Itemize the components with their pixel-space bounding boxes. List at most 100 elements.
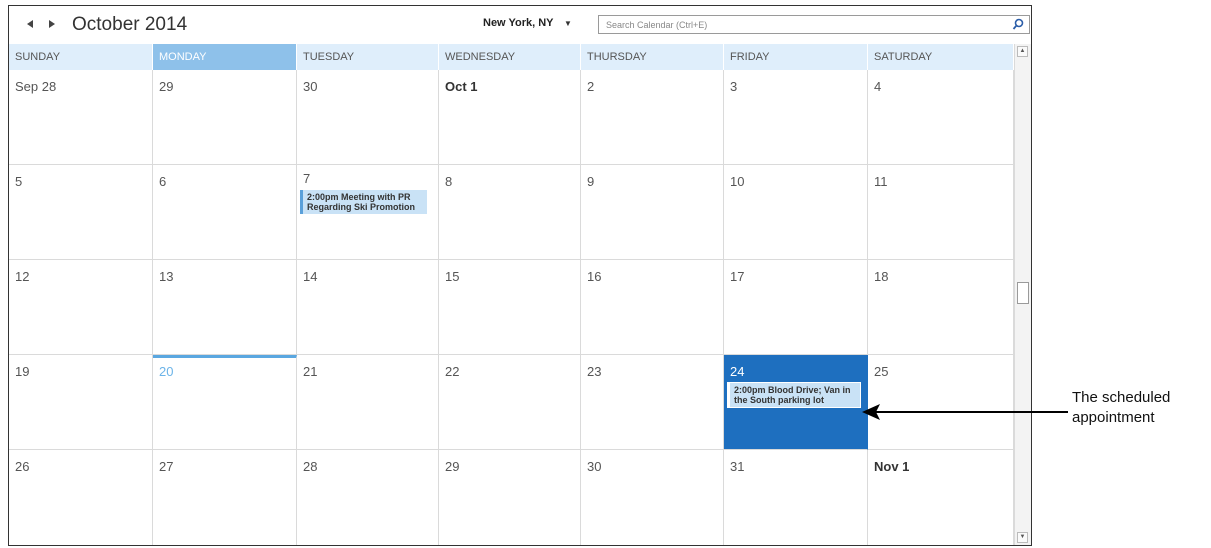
appointment-pr-meeting[interactable]: 2:00pm Meeting with PR Regarding Ski Pro… (300, 190, 427, 214)
week-row: 26 27 28 29 30 31 Nov 1 (9, 450, 1014, 545)
month-grid: Sep 28 29 30 Oct 1 2 3 4 5 6 7 2:00pm Me… (9, 70, 1014, 545)
day-number: 29 (445, 459, 460, 474)
day-cell[interactable]: 7 2:00pm Meeting with PR Regarding Ski P… (297, 165, 439, 260)
day-cell[interactable]: 17 (724, 260, 868, 355)
day-number: 29 (159, 79, 174, 94)
month-title: October 2014 (72, 14, 188, 35)
day-number: 18 (874, 269, 889, 284)
day-cell[interactable]: 11 (868, 165, 1014, 260)
day-number: Sep 28 (15, 79, 57, 94)
weekday-sunday: SUNDAY (9, 44, 153, 70)
week-row: Sep 28 29 30 Oct 1 2 3 4 (9, 70, 1014, 165)
day-cell[interactable]: 21 (297, 355, 439, 450)
day-number: 5 (15, 174, 23, 189)
day-number: 25 (874, 364, 889, 379)
day-cell[interactable]: 12 (9, 260, 153, 355)
weekday-friday: FRIDAY (724, 44, 868, 70)
weekday-header-row: SUNDAY MONDAY TUESDAY WEDNESDAY THURSDAY… (9, 44, 1014, 70)
day-number: 27 (159, 459, 174, 474)
day-cell[interactable]: 30 (581, 450, 724, 545)
scroll-down-icon[interactable]: ▼ (1017, 532, 1028, 543)
day-number: Nov 1 (874, 459, 910, 474)
calendar-window: October 2014 New York, NY ▼ SUNDAY MONDA… (8, 5, 1032, 546)
chevron-right-icon (49, 20, 55, 28)
previous-month-button[interactable] (23, 16, 37, 32)
day-number: 30 (303, 79, 318, 94)
day-number: 6 (159, 174, 167, 189)
day-number: 13 (159, 269, 174, 284)
day-number: 24 (730, 364, 745, 379)
day-cell[interactable]: 31 (724, 450, 868, 545)
week-row: 12 13 14 15 16 17 18 (9, 260, 1014, 355)
day-cell[interactable]: 9 (581, 165, 724, 260)
day-cell[interactable]: 3 (724, 70, 868, 165)
day-cell[interactable]: Oct 1 (439, 70, 581, 165)
search-icon[interactable] (1012, 18, 1024, 31)
day-cell[interactable]: 4 (868, 70, 1014, 165)
day-number: 10 (730, 174, 745, 189)
day-number: 15 (445, 269, 460, 284)
weekday-saturday: SATURDAY (868, 44, 1014, 70)
search-input[interactable] (599, 16, 1006, 33)
vertical-scrollbar[interactable]: ▲ ▼ (1014, 44, 1031, 545)
day-cell[interactable]: 8 (439, 165, 581, 260)
callout-label: The scheduled appointment (1072, 388, 1170, 428)
day-number: 22 (445, 364, 460, 379)
day-cell[interactable]: 23 (581, 355, 724, 450)
location-selector[interactable]: New York, NY (483, 17, 554, 29)
day-number: 9 (587, 174, 595, 189)
day-cell[interactable]: 5 (9, 165, 153, 260)
callout-arrow-icon (862, 404, 1068, 420)
day-cell[interactable]: 28 (297, 450, 439, 545)
weekday-thursday: THURSDAY (581, 44, 724, 70)
day-number: Oct 1 (445, 79, 478, 94)
day-number: 20 (159, 364, 174, 379)
day-cell[interactable]: 18 (868, 260, 1014, 355)
weekday-wednesday: WEDNESDAY (439, 44, 581, 70)
day-number: 21 (303, 364, 318, 379)
day-cell[interactable]: 22 (439, 355, 581, 450)
day-cell[interactable]: 29 (153, 70, 297, 165)
day-cell[interactable]: 10 (724, 165, 868, 260)
callout-line-2: appointment (1072, 409, 1155, 426)
day-number: 12 (15, 269, 30, 284)
scroll-thumb[interactable] (1017, 282, 1029, 304)
day-cell[interactable]: 14 (297, 260, 439, 355)
calendar-header: October 2014 New York, NY ▼ (9, 6, 1031, 44)
day-number: 7 (303, 171, 311, 186)
day-number: 19 (15, 364, 30, 379)
search-box[interactable] (598, 15, 1030, 34)
day-number: 17 (730, 269, 745, 284)
day-cell[interactable]: 6 (153, 165, 297, 260)
day-cell[interactable]: 2 (581, 70, 724, 165)
day-cell[interactable]: 27 (153, 450, 297, 545)
weekday-tuesday: TUESDAY (297, 44, 439, 70)
day-cell-today[interactable]: 20 (153, 355, 297, 450)
day-cell-selected[interactable]: 24 2:00pm Blood Drive; Van in the South … (724, 355, 868, 450)
day-number: 28 (303, 459, 318, 474)
day-cell[interactable]: Sep 28 (9, 70, 153, 165)
day-cell[interactable]: Nov 1 (868, 450, 1014, 545)
day-number: 30 (587, 459, 602, 474)
day-cell[interactable]: 26 (9, 450, 153, 545)
day-cell[interactable]: 16 (581, 260, 724, 355)
day-number: 3 (730, 79, 738, 94)
day-number: 16 (587, 269, 602, 284)
chevron-down-icon[interactable]: ▼ (564, 19, 572, 28)
callout-line-1: The scheduled (1072, 389, 1171, 406)
weekday-monday: MONDAY (153, 44, 297, 70)
day-cell[interactable]: 29 (439, 450, 581, 545)
day-number: 2 (587, 79, 595, 94)
day-cell[interactable]: 15 (439, 260, 581, 355)
chevron-left-icon (27, 20, 33, 28)
scroll-up-icon[interactable]: ▲ (1017, 46, 1028, 57)
day-number: 11 (874, 174, 888, 189)
day-cell[interactable]: 19 (9, 355, 153, 450)
day-number: 8 (445, 174, 453, 189)
next-month-button[interactable] (45, 16, 59, 32)
day-number: 23 (587, 364, 602, 379)
day-number: 4 (874, 79, 882, 94)
appointment-blood-drive[interactable]: 2:00pm Blood Drive; Van in the South par… (727, 382, 861, 408)
day-cell[interactable]: 13 (153, 260, 297, 355)
day-cell[interactable]: 30 (297, 70, 439, 165)
